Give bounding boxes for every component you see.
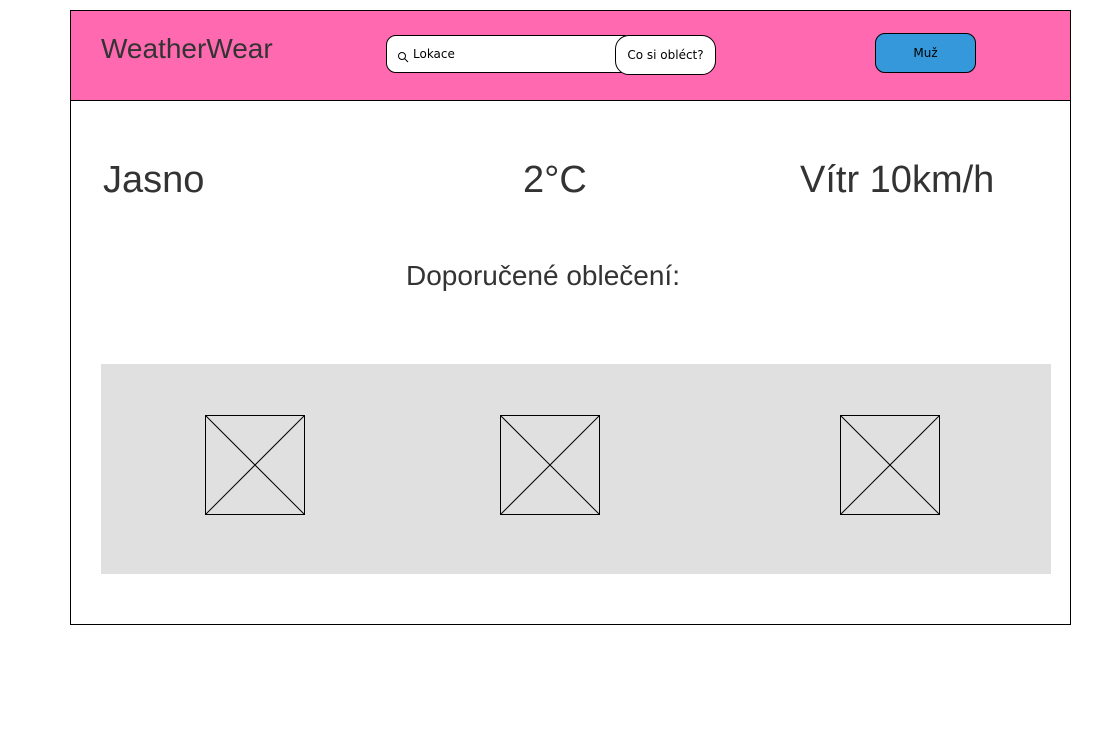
weather-temperature: 2°C	[523, 159, 587, 201]
weather-condition: Jasno	[103, 159, 205, 201]
location-search-placeholder: Lokace	[413, 47, 455, 61]
image-placeholder-icon	[500, 415, 600, 515]
clothing-item-2-image[interactable]	[500, 415, 600, 515]
search-icon	[397, 48, 409, 63]
image-placeholder-icon	[840, 415, 940, 515]
app-frame: WeatherWear Lokace Co si obléct? Muž Jas…	[70, 10, 1071, 625]
what-to-wear-button[interactable]: Co si obléct?	[615, 35, 716, 75]
app-logo[interactable]: WeatherWear	[101, 33, 273, 65]
gender-toggle-button[interactable]: Muž	[875, 33, 976, 73]
weather-wind: Vítr 10km/h	[800, 159, 995, 201]
search-bar: Lokace Co si obléct?	[386, 35, 716, 75]
header-bar: WeatherWear Lokace Co si obléct? Muž	[71, 11, 1070, 101]
recommended-clothing-title: Doporučené oblečení:	[406, 260, 680, 291]
clothing-item-1-image[interactable]	[205, 415, 305, 515]
recommended-clothing-panel	[101, 364, 1051, 574]
image-placeholder-icon	[205, 415, 305, 515]
clothing-item-3-image[interactable]	[840, 415, 940, 515]
location-search-input[interactable]: Lokace	[386, 35, 626, 73]
